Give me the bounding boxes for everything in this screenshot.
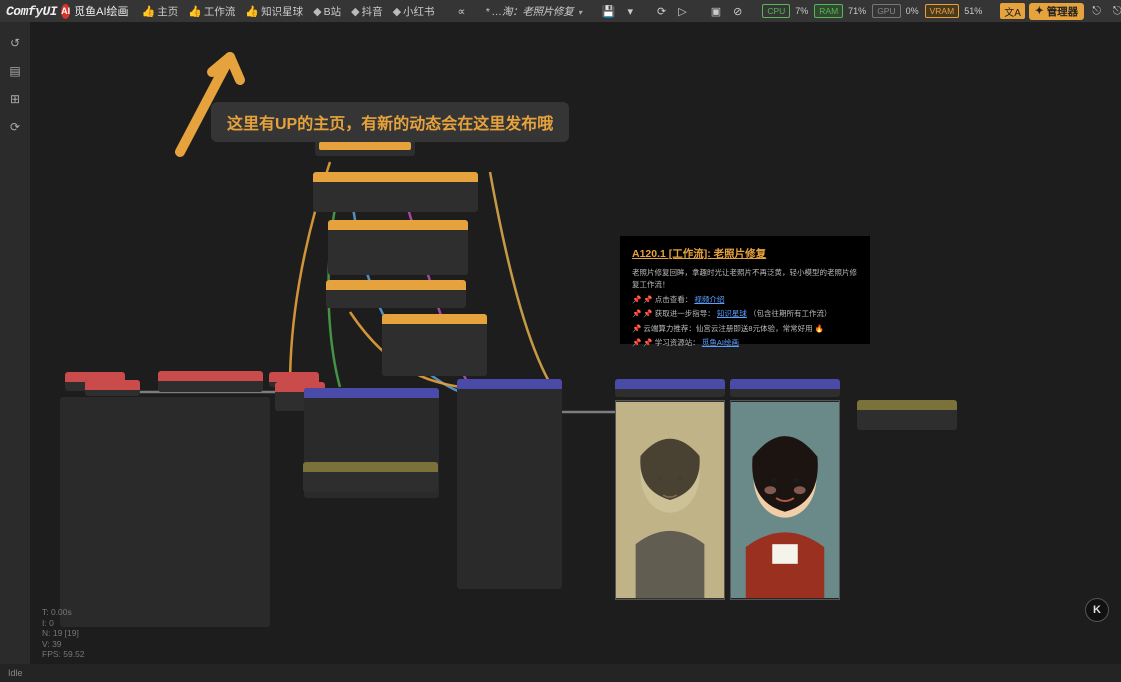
thumb-icon: ◆ [351, 5, 359, 18]
nav-home[interactable]: 👍主页 [139, 4, 182, 19]
workflow-tab[interactable]: * …淘：老照片修复 ▾ [485, 4, 581, 19]
nav-label: 主页 [157, 4, 178, 19]
thumb-icon: ◆ [313, 5, 321, 18]
pin-icon: 📌 [632, 295, 641, 304]
workflow-name: * …淘：老照片修复 [485, 6, 573, 18]
note-node[interactable] [857, 400, 957, 430]
save-menu-chevron-icon[interactable]: ▾ [623, 5, 637, 18]
cpu-pct: 7% [795, 6, 808, 16]
help-button[interactable]: K [1085, 598, 1109, 622]
translate-button[interactable]: 文A [1000, 3, 1025, 19]
guide-link[interactable]: 视频介绍 [694, 295, 724, 304]
nav-xiaohongshu[interactable]: ◆小红书 [390, 4, 438, 19]
loader-node[interactable] [313, 172, 478, 212]
sampler-node[interactable] [457, 379, 562, 589]
nav-label: 抖音 [362, 4, 383, 19]
primitive-node[interactable] [158, 371, 263, 392]
pin-icon: 📌 [632, 338, 641, 347]
app-logo: ComfyUI [6, 4, 57, 19]
vram-badge: VRAM [925, 4, 960, 18]
perf-stats: T: 0.00s I: 0 N: 19 [19] V: 39 FPS: 59.5… [42, 607, 85, 660]
nodes-icon[interactable]: ⊞ [10, 92, 20, 106]
annotation-text: 这里有UP的主页，有新的动态会在这里发布哦 [227, 116, 553, 133]
cpu-badge: CPU [762, 4, 790, 18]
stat-n: N: 19 [19] [42, 628, 85, 639]
brand-name: 觅鱼AI绘画 [74, 3, 128, 19]
models-icon[interactable]: ⟳ [10, 120, 20, 134]
loader-node-2[interactable] [328, 220, 468, 275]
thumb-icon: 👍 [245, 5, 259, 18]
source-link[interactable]: 觅鱼AI绘画 [702, 338, 739, 347]
thumb-icon: ◆ [393, 5, 401, 18]
history-icon[interactable]: ↺ [10, 36, 20, 50]
queue-icon[interactable]: ▤ [9, 64, 20, 78]
nav-label: 知识星球 [261, 4, 303, 19]
left-sidebar: ↺ ▤ ⊞ ⟳ [0, 22, 30, 682]
info-line: 📌📌 获取进一步指导： 知识星球 （包含往期所有工作流） [632, 308, 858, 320]
image-preview-before[interactable] [615, 400, 725, 600]
preview-node[interactable] [615, 379, 725, 397]
workflow-info-panel: A120.1 [工作流]: 老照片修复 老照片修复回眸，拿趣时光让老照片不再泛黄… [620, 236, 870, 344]
annotation-bubble: 这里有UP的主页，有新的动态会在这里发布哦 [211, 102, 569, 142]
nav-bilibili[interactable]: ◆B站 [310, 4, 344, 19]
nav-label: B站 [324, 4, 342, 19]
info-title: A120.1 [工作流]: 老照片修复 [632, 246, 858, 262]
stop-button[interactable]: ▣ [707, 5, 725, 18]
info-line: 📌 云端算力推荐：仙宫云注册即送8元体验，常常好用 🔥 [632, 323, 858, 335]
stat-fps: FPS: 59.52 [42, 649, 85, 660]
planet-link[interactable]: 知识星球 [717, 309, 747, 318]
stat-iter: I: 0 [42, 618, 85, 629]
text-node[interactable] [60, 397, 270, 627]
stat-v: V: 39 [42, 639, 85, 650]
gpu-pct: 0% [906, 6, 919, 16]
top-toolbar: ComfyUI AI 觅鱼AI绘画 👍主页 👍工作流 👍知识星球 ◆B站 ◆抖音… [0, 0, 1121, 22]
loader-node-4[interactable] [382, 314, 487, 376]
chevron-down-icon: ▾ [578, 8, 582, 17]
nav-label: 小红书 [403, 4, 435, 19]
note-node[interactable] [303, 462, 438, 492]
status-state: Idle [8, 668, 23, 678]
primitive-node[interactable] [85, 380, 140, 396]
image-preview-after[interactable] [730, 400, 840, 600]
manager-button[interactable]: ✦ 管理器 [1029, 3, 1084, 20]
run-button[interactable]: ▷ [674, 5, 690, 18]
puzzle-icon: ✦ [1035, 5, 1044, 17]
thumb-icon: 👍 [142, 5, 156, 18]
nav-label: 工作流 [204, 4, 236, 19]
reload-button[interactable]: ⟳ [653, 5, 670, 18]
info-line: 老照片修复回眸，拿趣时光让老照片不再泛黄，轻小模型的老照片修复工作流！ [632, 267, 858, 290]
cancel-button[interactable]: ⊘ [729, 5, 746, 18]
tail-icon-2[interactable]: ⎋ [1109, 5, 1121, 18]
nav-douyin[interactable]: ◆抖音 [348, 4, 385, 19]
pin-icon: 📌 [632, 309, 641, 318]
tail-icon-1[interactable]: ⎋ [1088, 5, 1105, 18]
info-line: 📌📌 学习资源站： 觅鱼AI绘画 [632, 337, 858, 349]
save-button[interactable]: 💾 [598, 5, 620, 18]
status-bar: Idle [0, 664, 1121, 682]
preview-node[interactable] [730, 379, 840, 397]
ram-pct: 71% [848, 6, 866, 16]
loader-node-3[interactable] [326, 280, 466, 308]
ai-badge-icon: AI [61, 4, 70, 19]
manager-label: 管理器 [1047, 4, 1079, 19]
vram-pct: 51% [964, 6, 982, 16]
ram-badge: RAM [814, 4, 843, 18]
node-graph-canvas[interactable]: A120.1 [工作流]: 老照片修复 老照片修复回眸，拿趣时光让老照片不再泛黄… [30, 22, 1121, 664]
nav-planet[interactable]: 👍知识星球 [242, 4, 306, 19]
share-icon[interactable]: ∝ [454, 5, 470, 18]
thumb-icon: 👍 [188, 5, 202, 18]
info-line: 📌📌 点击查看： 视频介绍 [632, 294, 858, 306]
stat-time: T: 0.00s [42, 607, 85, 618]
gpu-badge: GPU [872, 4, 900, 18]
nav-workflows[interactable]: 👍工作流 [185, 4, 238, 19]
